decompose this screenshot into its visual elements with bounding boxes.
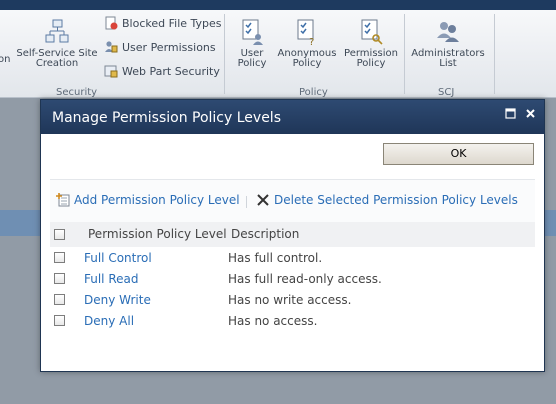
add-permission-policy-level-label: Add Permission Policy Level [74, 193, 240, 207]
user-permissions-button[interactable]: User Permissions [104, 40, 216, 54]
group-label-scj: SCJ [438, 87, 455, 98]
ribbon-divider [494, 14, 495, 94]
maximize-icon[interactable] [504, 108, 517, 121]
user-policy-button[interactable]: User Policy [232, 18, 272, 69]
anonymous-policy-label-2: Policy [292, 58, 322, 69]
user-policy-icon [242, 19, 263, 45]
policy-level-description: Has no access. [228, 314, 318, 328]
policy-level-link[interactable]: Deny Write [84, 293, 151, 307]
delete-selected-levels-button[interactable]: Delete Selected Permission Policy Levels [256, 193, 518, 207]
policy-level-description: Has full read-only access. [228, 272, 382, 286]
row-checkbox[interactable] [54, 315, 65, 326]
ribbon-divider [404, 14, 405, 94]
delete-selected-levels-label: Delete Selected Permission Policy Levels [274, 193, 518, 207]
ok-button[interactable]: OK [383, 143, 534, 165]
blocked-file-types-label: Blocked File Types [122, 16, 222, 30]
user-permissions-icon [105, 41, 118, 53]
anonymous-policy-button[interactable]: ? Anonymous Policy [274, 18, 340, 69]
close-icon[interactable] [524, 108, 537, 121]
web-part-security-button[interactable]: Web Part Security [104, 64, 220, 78]
permission-policy-button[interactable]: Permission Policy [340, 18, 402, 69]
table-header: Permission Policy Level Description [50, 222, 535, 247]
permission-policy-icon [361, 19, 383, 45]
policy-level-description: Has full control. [228, 251, 323, 265]
select-all-checkbox[interactable] [54, 229, 65, 240]
table-row: Deny All Has no access. [50, 311, 535, 332]
policy-level-link[interactable]: Full Read [84, 272, 139, 286]
permission-policy-label-2: Policy [356, 58, 386, 69]
table-row: Deny Write Has no write access. [50, 290, 535, 311]
cut-off-ribbon-label: on [0, 54, 11, 65]
self-service-site-creation-button[interactable]: Self-Service Site Creation [14, 18, 100, 69]
ribbon-divider [224, 14, 225, 94]
table-row: Full Read Has full read-only access. [50, 269, 535, 290]
group-label-security: Security [56, 87, 98, 98]
web-part-security-icon [104, 65, 118, 78]
dialog-title: Manage Permission Policy Levels [52, 110, 281, 126]
manage-permission-policy-levels-dialog: Manage Permission Policy Levels OK Add P… [40, 99, 545, 372]
policy-level-link[interactable]: Full Control [84, 251, 152, 265]
svg-text:?: ? [309, 37, 314, 46]
top-bar [0, 0, 556, 10]
add-permission-policy-level-button[interactable]: Add Permission Policy Level [56, 193, 240, 207]
blocked-file-types-icon [105, 16, 118, 30]
add-item-icon [56, 193, 70, 207]
column-header-name: Permission Policy Level [88, 227, 227, 241]
policy-level-description: Has no write access. [228, 293, 352, 307]
table-row: Full Control Has full control. [50, 248, 535, 269]
dialog-title-bar: Manage Permission Policy Levels [41, 100, 544, 134]
ribbon: on Self-Service Site Creation Blocked Fi… [0, 10, 556, 98]
toolbar-divider [246, 196, 247, 208]
column-header-description: Description [231, 227, 300, 241]
user-policy-label-2: Policy [237, 58, 267, 69]
policy-level-link[interactable]: Deny All [84, 314, 134, 328]
anonymous-policy-icon: ? [297, 19, 314, 46]
administrators-icon [437, 22, 459, 42]
row-checkbox[interactable] [54, 252, 65, 263]
administrators-list-button[interactable]: Administrators List [406, 18, 490, 69]
sitemap-icon [45, 19, 69, 43]
web-part-security-label: Web Part Security [122, 64, 220, 78]
row-checkbox[interactable] [54, 294, 65, 305]
delete-icon [257, 194, 269, 206]
list-toolbar: Add Permission Policy Level Delete Selec… [50, 179, 535, 222]
blocked-file-types-button[interactable]: Blocked File Types [104, 16, 222, 30]
user-permissions-label: User Permissions [122, 40, 216, 54]
administrators-list-label-2: List [439, 58, 457, 69]
row-checkbox[interactable] [54, 273, 65, 284]
self-service-label-2: Creation [35, 58, 79, 69]
group-label-policy: Policy [299, 87, 328, 98]
